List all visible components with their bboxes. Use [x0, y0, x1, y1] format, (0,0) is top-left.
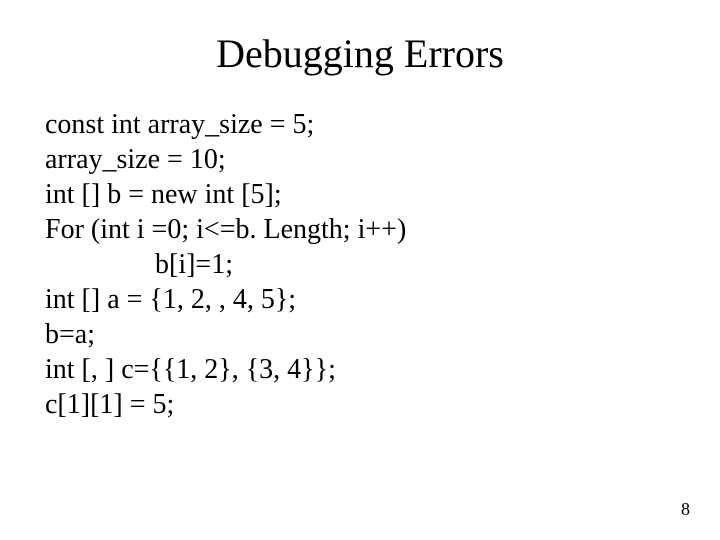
- code-line-9: c[1][1] = 5;: [45, 387, 675, 422]
- slide-container: Debugging Errors const int array_size = …: [0, 0, 720, 540]
- code-line-2: array_size = 10;: [45, 142, 675, 177]
- code-line-1: const int array_size = 5;: [45, 107, 675, 142]
- page-number: 8: [681, 499, 690, 520]
- code-line-7: b=a;: [45, 317, 675, 352]
- code-line-5: b[i]=1;: [45, 247, 675, 282]
- code-line-3: int [] b = new int [5];: [45, 177, 675, 212]
- slide-title: Debugging Errors: [45, 30, 675, 77]
- code-line-6: int [] a = {1, 2, , 4, 5};: [45, 282, 675, 317]
- code-line-8: int [, ] c={{1, 2}, {3, 4}};: [45, 352, 675, 387]
- code-block: const int array_size = 5; array_size = 1…: [45, 107, 675, 422]
- code-line-4: For (int i =0; i<=b. Length; i++): [45, 212, 675, 247]
